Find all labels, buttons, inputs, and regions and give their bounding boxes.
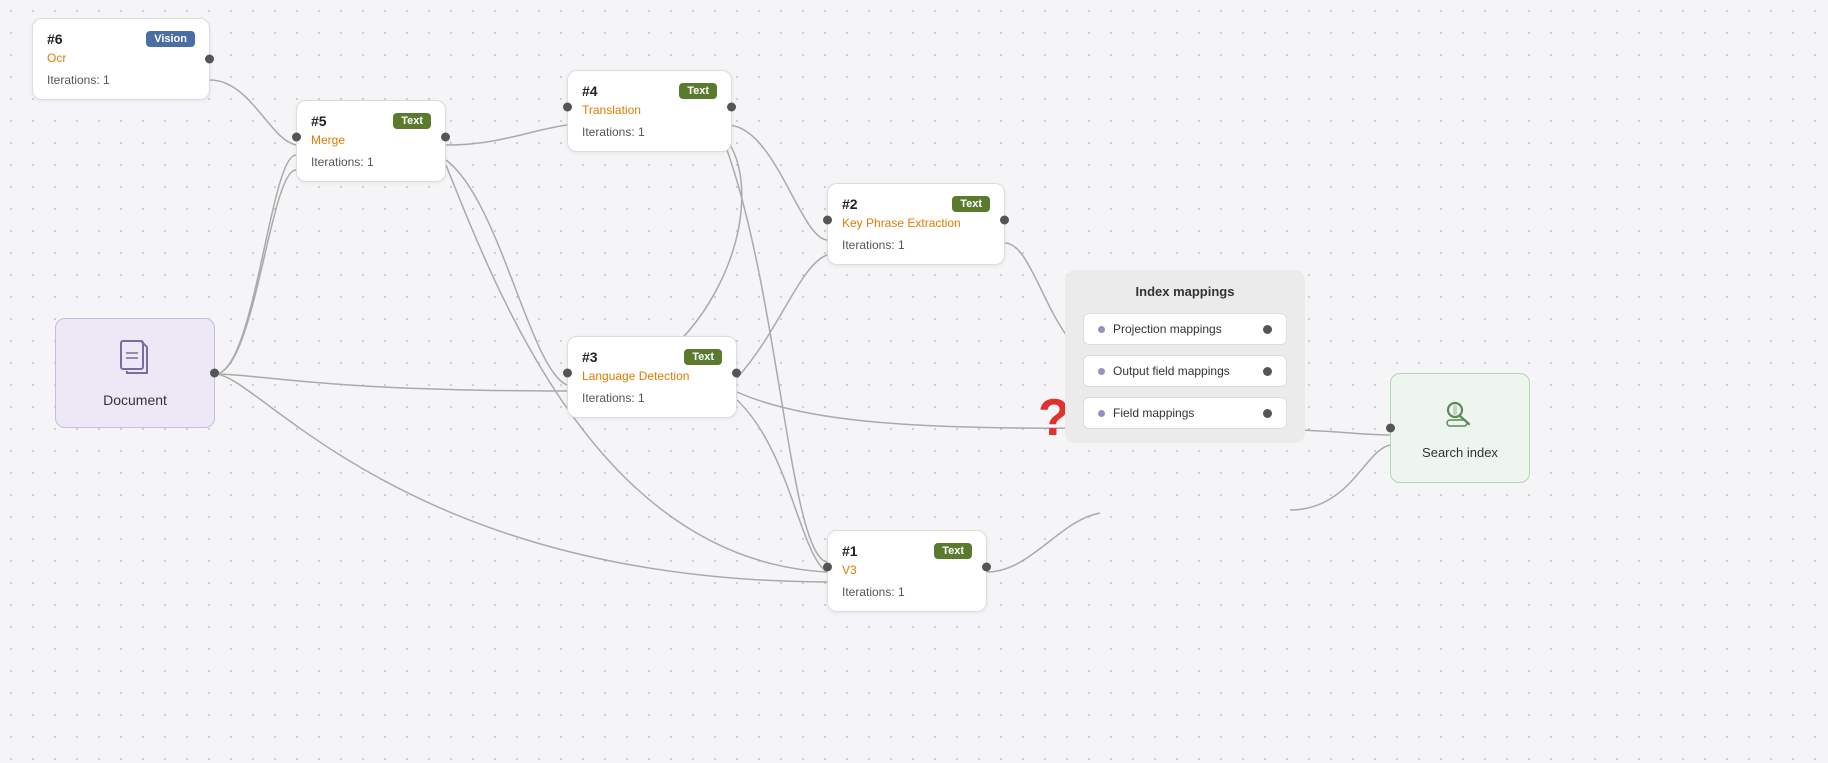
node-document[interactable]: Document (55, 318, 215, 428)
projection-out-dot (1263, 325, 1272, 334)
node-3-id: #3 (582, 349, 598, 365)
output-bullet (1098, 368, 1105, 375)
node-5-out-dot (441, 133, 450, 142)
node-3-header: #3 Text (582, 349, 722, 365)
node-4-title: Translation (582, 103, 717, 117)
connections-svg (0, 0, 1828, 763)
node-3-iter: Iterations: 1 (582, 391, 722, 405)
node-3[interactable]: #3 Text Language Detection Iterations: 1 (567, 336, 737, 418)
projection-bullet (1098, 326, 1105, 333)
index-mappings-title: Index mappings (1083, 284, 1287, 299)
node-1[interactable]: #1 Text V3 Iterations: 1 (827, 530, 987, 612)
node-2-header: #2 Text (842, 196, 990, 212)
node-search-index[interactable]: Search index (1390, 373, 1530, 483)
node-1-header: #1 Text (842, 543, 972, 559)
projection-mappings-label: Projection mappings (1113, 322, 1222, 336)
node-5-title: Merge (311, 133, 431, 147)
node-4-iter: Iterations: 1 (582, 125, 717, 139)
index-mappings-panel: Index mappings Projection mappings Outpu… (1065, 270, 1305, 443)
node-5-header: #5 Text (311, 113, 431, 129)
node-4-id: #4 (582, 83, 598, 99)
node-6-out-dot (205, 55, 214, 64)
node-4-out-dot (727, 103, 736, 112)
node-1-badge: Text (934, 543, 972, 559)
output-field-mappings-item[interactable]: Output field mappings (1083, 355, 1287, 387)
node-2-badge: Text (952, 196, 990, 212)
node-2-out-dot (1000, 216, 1009, 225)
node-3-in-dot (563, 369, 572, 378)
output-out-dot (1263, 367, 1272, 376)
projection-mappings-item[interactable]: Projection mappings (1083, 313, 1287, 345)
field-mappings-label: Field mappings (1113, 406, 1194, 420)
node-6-iter: Iterations: 1 (47, 73, 195, 87)
node-4-in-dot (563, 103, 572, 112)
node-2-in-dot (823, 216, 832, 225)
node-1-title: V3 (842, 563, 972, 577)
search-index-label: Search index (1422, 445, 1498, 460)
node-2-iter: Iterations: 1 (842, 238, 990, 252)
field-out-dot (1263, 409, 1272, 418)
node-6-id: #6 (47, 31, 63, 47)
node-5-iter: Iterations: 1 (311, 155, 431, 169)
node-5[interactable]: #5 Text Merge Iterations: 1 (296, 100, 446, 182)
node-5-badge: Text (393, 113, 431, 129)
node-6-header: #6 Vision (47, 31, 195, 47)
node-3-badge: Text (684, 349, 722, 365)
field-mappings-item[interactable]: Field mappings (1083, 397, 1287, 429)
workflow-canvas: #6 Vision Ocr Iterations: 1 Document #5 … (0, 0, 1828, 763)
node-4-header: #4 Text (582, 83, 717, 99)
node-4[interactable]: #4 Text Translation Iterations: 1 (567, 70, 732, 152)
node-1-iter: Iterations: 1 (842, 585, 972, 599)
node-2-title: Key Phrase Extraction (842, 216, 990, 230)
output-field-mappings-label: Output field mappings (1113, 364, 1230, 378)
search-in-dot (1386, 424, 1395, 433)
node-3-out-dot (732, 369, 741, 378)
node-2[interactable]: #2 Text Key Phrase Extraction Iterations… (827, 183, 1005, 265)
node-6-title: Ocr (47, 51, 195, 65)
node-6[interactable]: #6 Vision Ocr Iterations: 1 (32, 18, 210, 100)
document-label: Document (103, 392, 167, 408)
node-1-in-dot (823, 563, 832, 572)
node-3-title: Language Detection (582, 369, 722, 383)
document-out-dot (210, 369, 219, 378)
document-icon (119, 339, 151, 382)
search-index-icon (1443, 396, 1477, 437)
node-4-badge: Text (679, 83, 717, 99)
field-bullet (1098, 410, 1105, 417)
node-1-out-dot (982, 563, 991, 572)
node-2-id: #2 (842, 196, 858, 212)
node-5-id: #5 (311, 113, 327, 129)
node-5-in-dot (292, 133, 301, 142)
node-1-id: #1 (842, 543, 858, 559)
node-6-badge: Vision (146, 31, 195, 47)
